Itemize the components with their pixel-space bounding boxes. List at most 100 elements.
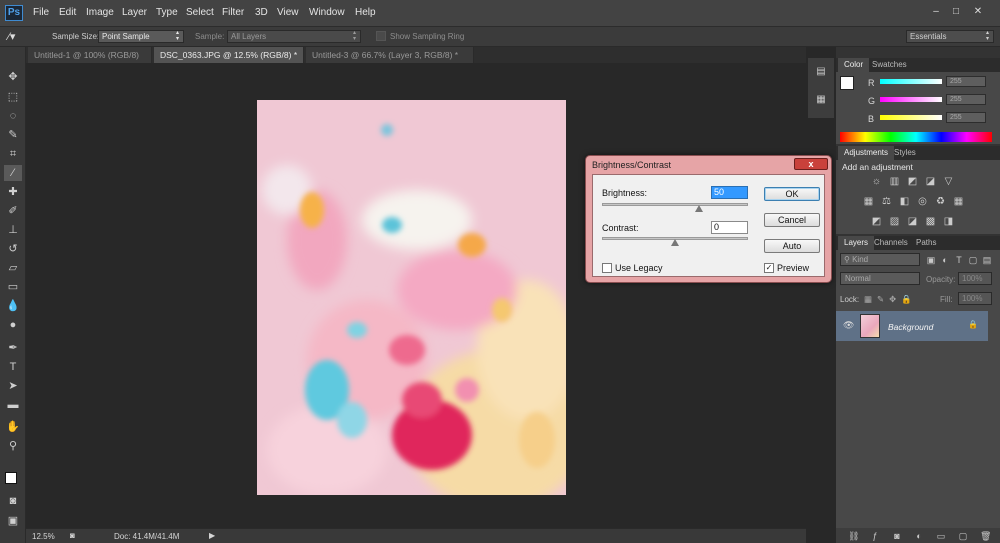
sample-select[interactable]: All Layers (227, 30, 361, 43)
dialog-close-button[interactable]: x (794, 158, 828, 170)
quick-mask-icon[interactable]: ◙ (4, 493, 22, 509)
auto-button[interactable]: Auto (764, 239, 820, 253)
opacity-input[interactable]: 100% (958, 272, 992, 285)
doc-tab-untitled-1[interactable]: Untitled-1 @ 100% (RGB/8) (28, 47, 152, 63)
new-group-icon[interactable]: ▭ (936, 531, 946, 541)
status-menu-arrow-icon[interactable]: ▶ (209, 531, 215, 540)
filter-shape-icon[interactable]: ▢ (968, 255, 978, 265)
invert-adjustment-icon[interactable]: ◩ (870, 215, 883, 228)
history-panel-icon[interactable]: ▤ (814, 66, 828, 80)
restore-button[interactable]: □ (950, 6, 962, 18)
clone-stamp-tool-icon[interactable]: ⊥ (4, 222, 22, 238)
color-lookup-adjustment-icon[interactable]: ▦ (952, 195, 965, 208)
properties-panel-icon[interactable]: ▦ (814, 94, 828, 108)
exposure-adjustment-icon[interactable]: ◪ (924, 175, 937, 188)
layer-name[interactable]: Background (888, 322, 933, 332)
menu-image[interactable]: Image (86, 7, 114, 18)
quick-select-tool-icon[interactable]: ✎ (4, 127, 22, 143)
cancel-button[interactable]: Cancel (764, 213, 820, 227)
ok-button[interactable]: OK (764, 187, 820, 201)
fill-input[interactable]: 100% (958, 292, 992, 305)
posterize-adjustment-icon[interactable]: ▨ (888, 215, 901, 228)
use-legacy-checkbox[interactable] (602, 263, 612, 273)
filter-pixel-icon[interactable]: ▣ (926, 255, 936, 265)
color-foreground-swatch[interactable] (840, 76, 854, 90)
zoom-tool-icon[interactable]: ⚲ (4, 438, 22, 454)
path-selection-tool-icon[interactable]: ➤ (4, 378, 22, 394)
add-mask-icon[interactable]: ◙ (892, 531, 902, 541)
menu-3d[interactable]: 3D (255, 7, 268, 18)
workspace-select[interactable]: Essentials (906, 30, 994, 43)
preview-checkbox[interactable]: ✓ (764, 263, 774, 273)
status-share-icon[interactable]: ◙ (70, 531, 75, 540)
filter-smart-object-icon[interactable]: ▤ (982, 255, 992, 265)
minimize-button[interactable]: – (930, 6, 942, 18)
new-adjustment-layer-icon[interactable]: ◐ (914, 531, 924, 541)
marquee-tool-icon[interactable]: ⬚ (4, 89, 22, 105)
channel-r-value[interactable]: 255 (946, 76, 986, 87)
hue-saturation-adjustment-icon[interactable]: ▦ (862, 195, 875, 208)
rectangle-tool-icon[interactable]: ▬ (4, 397, 22, 413)
layer-style-icon[interactable]: ƒ (870, 531, 880, 541)
tab-channels[interactable]: Channels (868, 236, 914, 250)
link-layers-icon[interactable]: ⛓ (848, 531, 859, 541)
blur-tool-icon[interactable]: 💧 (4, 298, 22, 314)
doc-tab-dsc-0363[interactable]: DSC_0363.JPG @ 12.5% (RGB/8) * (154, 47, 304, 63)
channel-mixer-adjustment-icon[interactable]: ♻ (934, 195, 947, 208)
delete-layer-icon[interactable]: 🗑 (980, 531, 991, 541)
vibrance-adjustment-icon[interactable]: ▽ (942, 175, 955, 188)
curves-adjustment-icon[interactable]: ◩ (906, 175, 919, 188)
brush-tool-icon[interactable]: ✐ (4, 203, 22, 219)
menu-type[interactable]: Type (156, 7, 178, 18)
tab-styles[interactable]: Styles (888, 146, 922, 160)
zoom-level[interactable]: 12.5% (32, 532, 55, 541)
eyedropper-tool-icon[interactable]: ⁄ (4, 165, 22, 181)
threshold-adjustment-icon[interactable]: ◪ (906, 215, 919, 228)
selective-color-adjustment-icon[interactable]: ◨ (942, 215, 955, 228)
hand-tool-icon[interactable]: ✋ (4, 419, 22, 435)
menu-edit[interactable]: Edit (59, 7, 76, 18)
tab-paths[interactable]: Paths (910, 236, 942, 250)
tab-color[interactable]: Color (838, 58, 870, 72)
color-spectrum-bar[interactable] (840, 132, 992, 142)
brightness-adjustment-icon[interactable]: ☼ (870, 175, 883, 188)
type-tool-icon[interactable]: T (4, 359, 22, 375)
channel-g-value[interactable]: 255 (946, 94, 986, 105)
menu-view[interactable]: View (277, 7, 299, 18)
gradient-map-adjustment-icon[interactable]: ▩ (924, 215, 937, 228)
history-brush-tool-icon[interactable]: ↺ (4, 241, 22, 257)
menu-select[interactable]: Select (186, 7, 214, 18)
contrast-input[interactable]: 0 (711, 221, 748, 234)
move-tool-icon[interactable]: ✥ (4, 69, 22, 85)
menu-file[interactable]: File (33, 7, 49, 18)
crop-tool-icon[interactable]: ⌗ (4, 146, 22, 162)
sample-size-select[interactable]: Point Sample (98, 30, 184, 43)
pen-tool-icon[interactable]: ✒ (4, 340, 22, 356)
channel-g-slider[interactable] (880, 97, 942, 102)
close-window-button[interactable]: ✕ (972, 6, 984, 18)
tab-adjustments[interactable]: Adjustments (838, 146, 895, 160)
photo-filter-adjustment-icon[interactable]: ◎ (916, 195, 929, 208)
layer-row-background[interactable]: 👁 Background 🔒 (836, 311, 988, 341)
tab-swatches[interactable]: Swatches (866, 58, 913, 72)
gradient-tool-icon[interactable]: ▭ (4, 279, 22, 295)
filter-adjustment-icon[interactable]: ◐ (940, 255, 950, 265)
layer-visibility-eye-icon[interactable]: 👁 (843, 320, 854, 331)
channel-b-slider[interactable] (880, 115, 942, 120)
lasso-tool-icon[interactable]: ◌ (4, 108, 22, 124)
brightness-input[interactable]: 50 (711, 186, 748, 199)
doc-tab-untitled-3[interactable]: Untitled-3 @ 66.7% (Layer 3, RGB/8) * (306, 47, 474, 63)
screen-mode-icon[interactable]: ▣ (4, 513, 22, 529)
healing-brush-tool-icon[interactable]: ✚ (4, 184, 22, 200)
document-image[interactable] (257, 100, 566, 495)
sampling-ring-checkbox[interactable] (376, 31, 386, 41)
blend-mode-select[interactable]: Normal (840, 272, 920, 285)
menu-layer[interactable]: Layer (122, 7, 147, 18)
filter-type-icon[interactable]: T (954, 255, 964, 265)
eyedropper-preset-icon[interactable]: ⁄▾ (8, 30, 15, 43)
menu-help[interactable]: Help (355, 7, 376, 18)
brightness-slider[interactable] (602, 203, 748, 206)
contrast-slider-thumb[interactable] (671, 239, 679, 246)
lock-icons[interactable]: ▦✎✥🔒 (864, 294, 917, 305)
levels-adjustment-icon[interactable]: ▥ (888, 175, 901, 188)
